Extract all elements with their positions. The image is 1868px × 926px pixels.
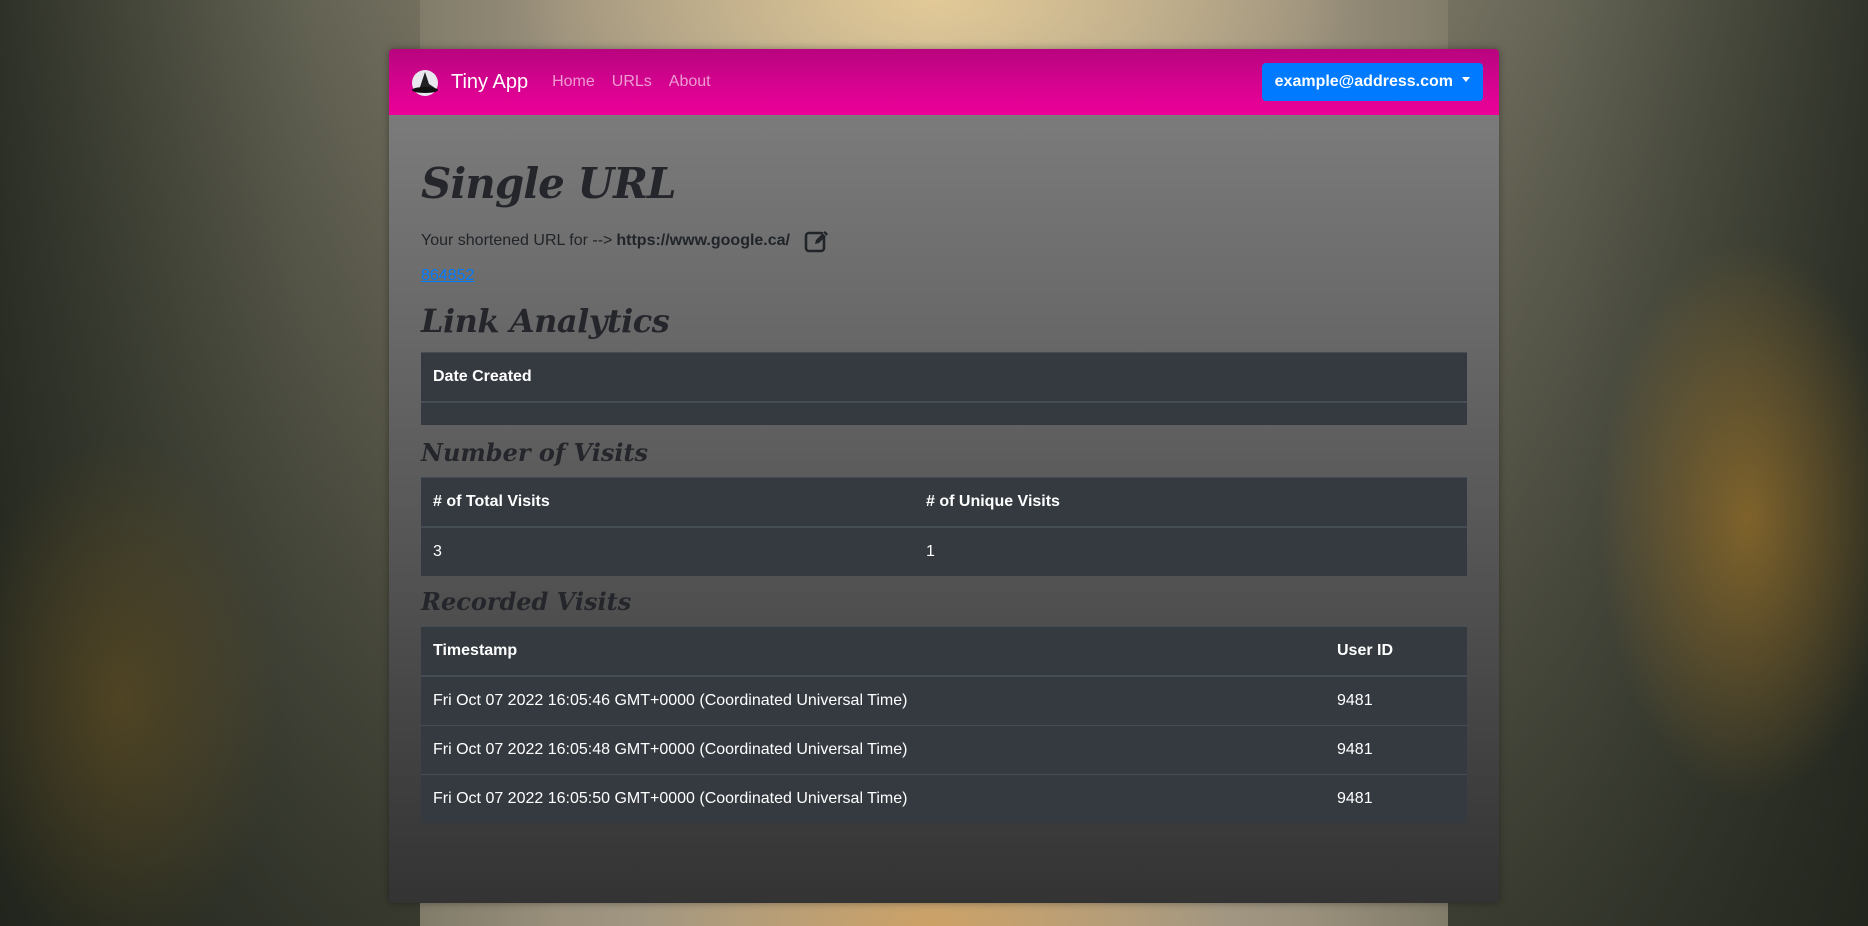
user-email: example@address.com (1274, 73, 1453, 90)
user-dropdown-button[interactable]: example@address.com (1261, 63, 1483, 101)
witch-hat-icon (412, 70, 438, 96)
unique-visits-header: # of Unique Visits (914, 477, 1467, 528)
table-header-row: Date Created (421, 352, 1467, 403)
table-row (421, 401, 1467, 425)
timestamp-cell: Fri Oct 07 2022 16:05:46 GMT+0000 (Coord… (421, 675, 1325, 726)
timestamp-header: Timestamp (421, 626, 1325, 677)
page-title: Single URL (421, 159, 677, 208)
main-card: Tiny App Home URLs About example@address… (389, 49, 1499, 903)
long-url: https://www.google.ca/ (616, 232, 790, 249)
table-row: Fri Oct 07 2022 16:05:50 GMT+0000 (Coord… (421, 774, 1467, 823)
navbar: Tiny App Home URLs About example@address… (389, 49, 1499, 115)
timestamp-cell: Fri Oct 07 2022 16:05:48 GMT+0000 (Coord… (421, 725, 1325, 775)
timestamp-cell: Fri Oct 07 2022 16:05:50 GMT+0000 (Coord… (421, 774, 1325, 823)
nav-about-link[interactable]: About (669, 73, 711, 91)
visits-table: # of Total Visits # of Unique Visits 3 1 (421, 477, 1467, 576)
unique-visits-value: 1 (914, 526, 1467, 576)
table-header-row: # of Total Visits # of Unique Visits (421, 477, 1467, 528)
table-header-row: Timestamp User ID (421, 626, 1467, 677)
date-created-table: Date Created (421, 352, 1467, 425)
date-created-value (421, 401, 1467, 425)
edit-icon[interactable] (804, 228, 830, 254)
table-row: 3 1 (421, 526, 1467, 576)
user-id-cell: 9481 (1325, 675, 1467, 726)
total-visits-header: # of Total Visits (421, 477, 914, 528)
recorded-visits-table: Timestamp User ID Fri Oct 07 2022 16:05:… (421, 626, 1467, 823)
link-analytics-heading: Link Analytics (421, 302, 670, 340)
total-visits-value: 3 (421, 526, 914, 576)
user-id-cell: 9481 (1325, 725, 1467, 775)
caret-down-icon (1462, 76, 1470, 82)
shortened-url-line: Your shortened URL for --> https://www.g… (421, 228, 830, 254)
nav-urls-link[interactable]: URLs (612, 73, 652, 91)
nav-home-link[interactable]: Home (552, 73, 595, 91)
user-id-header: User ID (1325, 626, 1467, 677)
table-row: Fri Oct 07 2022 16:05:46 GMT+0000 (Coord… (421, 675, 1467, 726)
brand-name: Tiny App (451, 70, 529, 93)
date-created-header: Date Created (421, 352, 1467, 403)
page-content: Single URL Your shortened URL for --> ht… (389, 115, 1499, 903)
number-of-visits-heading: Number of Visits (421, 438, 649, 467)
table-row: Fri Oct 07 2022 16:05:48 GMT+0000 (Coord… (421, 725, 1467, 775)
brand[interactable]: Tiny App (409, 66, 528, 98)
nav-links: Home URLs About (552, 73, 728, 91)
recorded-visits-heading: Recorded Visits (421, 587, 632, 616)
background-left-cliffs (0, 0, 420, 926)
user-id-cell: 9481 (1325, 774, 1467, 823)
background-right-forest (1448, 0, 1868, 926)
shortened-prefix: Your shortened URL for --> (421, 232, 613, 249)
short-url-link[interactable]: 864852 (421, 267, 474, 285)
